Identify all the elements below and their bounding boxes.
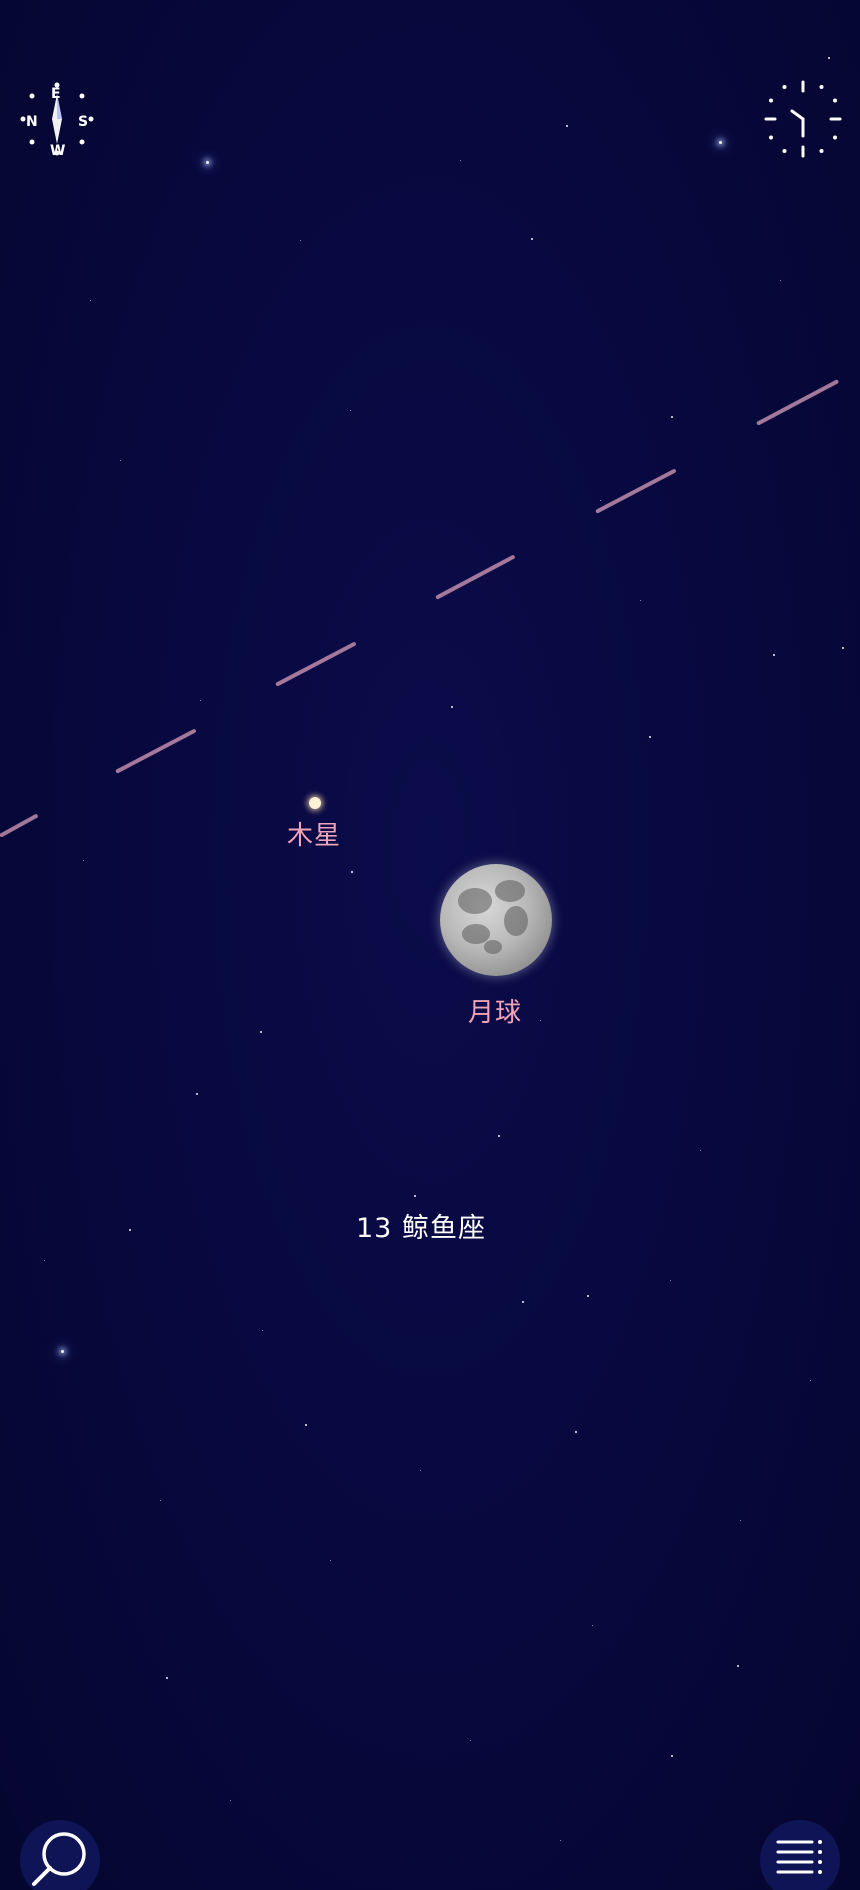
jupiter-label[interactable]: 木星 [287, 815, 341, 852]
moon-mare [484, 940, 502, 954]
search-button[interactable] [20, 1820, 100, 1890]
search-icon [32, 1832, 86, 1886]
menu-icon [776, 1840, 822, 1874]
jupiter-marker[interactable] [309, 797, 321, 809]
moon-marker[interactable] [440, 864, 552, 976]
time-button[interactable] [762, 78, 844, 160]
ecliptic-dash [0, 813, 39, 838]
compass-letter-e: E [51, 86, 61, 102]
moon-mare [504, 906, 528, 936]
moon-mare [495, 880, 525, 902]
compass-button[interactable]: N E S W [16, 78, 98, 160]
compass-letter-s: S [78, 114, 88, 130]
ecliptic-line [0, 0, 860, 1890]
ecliptic-dash [275, 641, 357, 687]
menu-button[interactable] [760, 1820, 840, 1890]
ecliptic-dash [595, 468, 677, 514]
ecliptic-dash [115, 728, 197, 774]
compass-icon: N E S W [20, 82, 94, 159]
constellation-label[interactable]: 13 鲸鱼座 [356, 1206, 486, 1245]
sky-view[interactable]: 木星 月球 13 鲸鱼座 N E S W [0, 0, 860, 1890]
ecliptic-dash [435, 554, 516, 600]
moon-label[interactable]: 月球 [468, 992, 522, 1029]
moon-mare [458, 888, 492, 914]
compass-letter-w: W [50, 143, 65, 159]
clock-icon [764, 80, 842, 158]
compass-letter-n: N [26, 114, 38, 130]
ecliptic-dash [756, 379, 839, 426]
